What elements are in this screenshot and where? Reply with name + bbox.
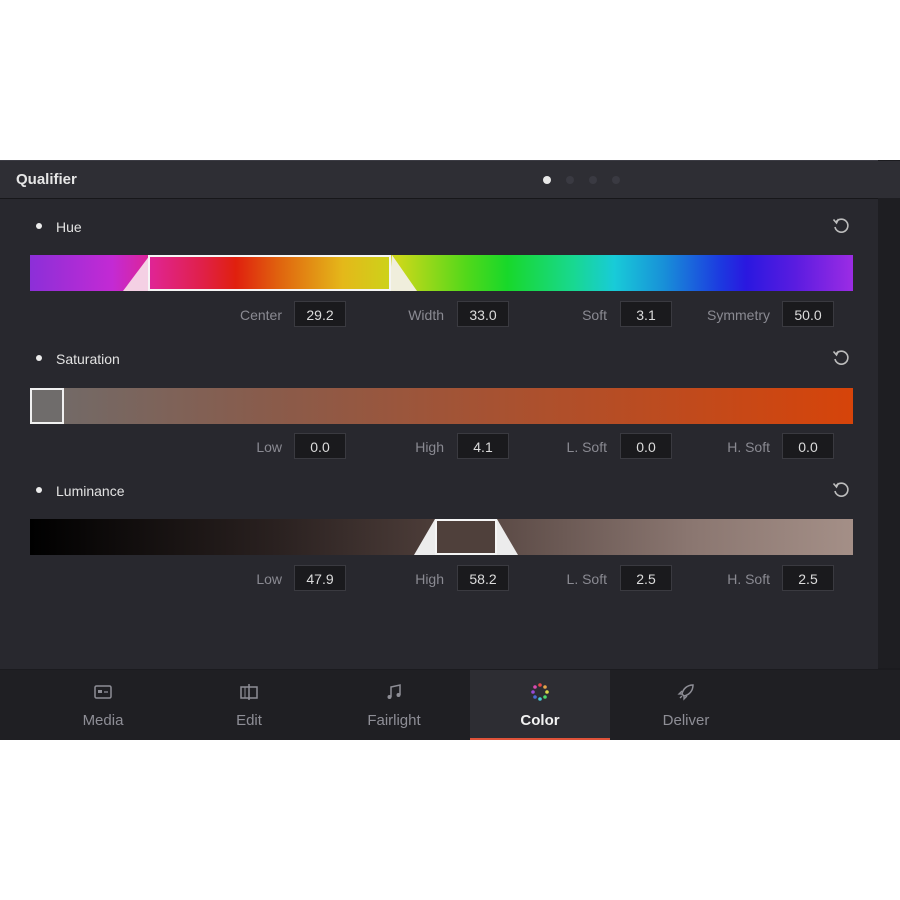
low-soft-field[interactable]: 2.5	[620, 565, 672, 591]
luminance-title: Luminance	[56, 483, 125, 499]
luminance-fields: Low 47.9 High 58.2 L. Soft 2.5 H. Soft 2…	[0, 565, 878, 593]
center-label: Center	[239, 307, 282, 323]
width-field[interactable]: 33.0	[457, 301, 509, 327]
hue-range-handle[interactable]	[30, 255, 853, 291]
low-field[interactable]: 47.9	[294, 565, 346, 591]
media-icon	[94, 685, 112, 699]
symmetry-label: Symmetry	[707, 307, 770, 323]
tab-color[interactable]: Color	[470, 670, 610, 740]
hue-fields: Center 29.2 Width 33.0 Soft 3.1 Symmetry…	[0, 301, 878, 329]
resolve-window: Qualifier Hue Center 29.2 Width 33.0 Sof…	[0, 160, 900, 740]
tab-deliver-label: Deliver	[662, 712, 710, 729]
low-soft-label: L. Soft	[566, 571, 607, 587]
page-dot-3[interactable]	[589, 176, 597, 184]
tab-media-label: Media	[82, 712, 124, 729]
side-scroll-area[interactable]	[878, 198, 900, 668]
tab-color-label: Color	[520, 712, 560, 729]
enable-dot[interactable]	[36, 223, 42, 230]
high-field[interactable]: 4.1	[457, 433, 509, 459]
qualifier-panel: Qualifier Hue Center 29.2 Width 33.0 Sof…	[0, 160, 900, 669]
low-soft-field[interactable]: 0.0	[620, 433, 672, 459]
soft-label: Soft	[582, 307, 607, 323]
low-label: Low	[256, 571, 282, 587]
saturation-range-handle[interactable]	[30, 388, 64, 424]
tab-edit-label: Edit	[236, 712, 262, 729]
reset-icon[interactable]	[832, 349, 850, 367]
enable-dot[interactable]	[36, 355, 42, 362]
symmetry-field[interactable]: 50.0	[782, 301, 834, 327]
reset-icon[interactable]	[832, 481, 850, 499]
low-label: Low	[256, 439, 282, 455]
saturation-title-row: Saturation	[36, 351, 120, 367]
music-note-icon	[387, 684, 401, 699]
page-dot-2[interactable]	[566, 176, 574, 184]
color-wheel-icon	[531, 683, 549, 701]
high-soft-label: H. Soft	[727, 571, 770, 587]
high-label: High	[415, 571, 444, 587]
edit-icon	[240, 684, 258, 700]
panel-header: Qualifier	[0, 161, 900, 199]
luminance-title-row: Luminance	[36, 483, 125, 499]
enable-dot[interactable]	[36, 487, 42, 494]
page-dot-1[interactable]	[543, 176, 551, 184]
tab-fairlight[interactable]: Fairlight	[324, 670, 464, 740]
page-indicator	[543, 176, 620, 184]
tab-deliver[interactable]: Deliver	[616, 670, 756, 740]
high-soft-label: H. Soft	[727, 439, 770, 455]
panel-title: Qualifier	[16, 171, 77, 188]
saturation-title: Saturation	[56, 351, 120, 367]
hue-title: Hue	[56, 219, 82, 235]
page-dot-4[interactable]	[612, 176, 620, 184]
page-tabs: Media Edit Fairlight Color Deliver	[0, 670, 900, 740]
low-soft-label: L. Soft	[566, 439, 607, 455]
tab-edit[interactable]: Edit	[179, 670, 319, 740]
high-field[interactable]: 58.2	[457, 565, 509, 591]
width-label: Width	[408, 307, 444, 323]
soft-field[interactable]: 3.1	[620, 301, 672, 327]
high-soft-field[interactable]: 0.0	[782, 433, 834, 459]
saturation-fields: Low 0.0 High 4.1 L. Soft 0.0 H. Soft 0.0	[0, 433, 878, 461]
low-field[interactable]: 0.0	[294, 433, 346, 459]
hue-title-row: Hue	[36, 219, 82, 235]
tab-media[interactable]: Media	[33, 670, 173, 740]
rocket-icon	[677, 684, 694, 701]
high-soft-field[interactable]: 2.5	[782, 565, 834, 591]
tab-fairlight-label: Fairlight	[367, 712, 421, 729]
high-label: High	[415, 439, 444, 455]
luminance-range-handle[interactable]	[30, 519, 853, 555]
reset-icon[interactable]	[832, 217, 850, 235]
saturation-gradient[interactable]	[30, 388, 853, 424]
center-field[interactable]: 29.2	[294, 301, 346, 327]
